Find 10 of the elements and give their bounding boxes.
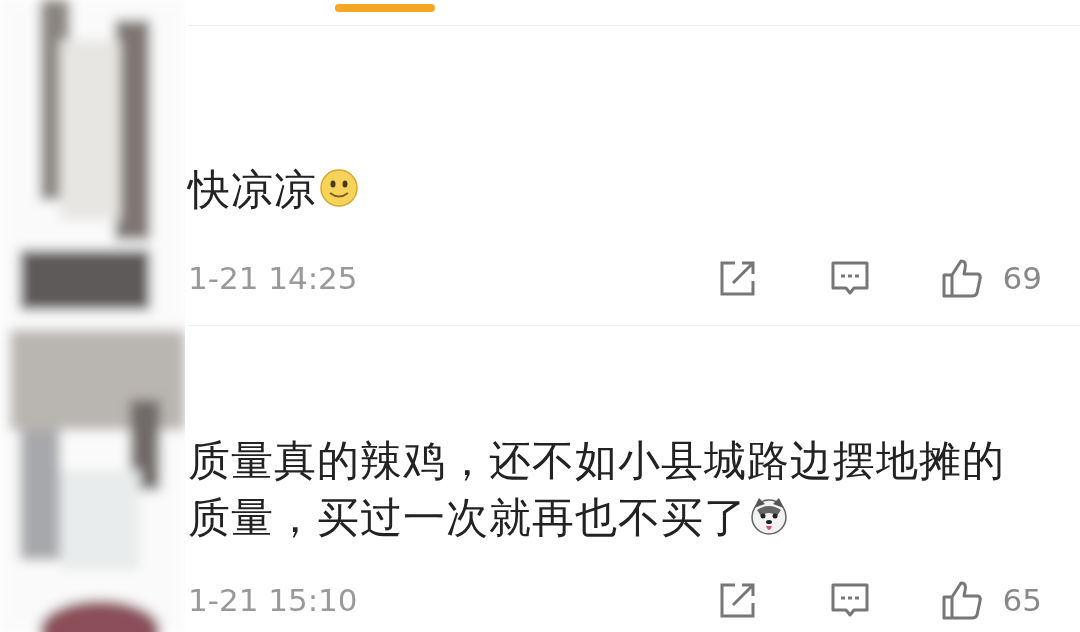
like-count: 65: [1002, 580, 1042, 620]
comment-text: 快凉凉: [188, 161, 1040, 218]
comment-text: 质量真的辣鸡，还不如小县城路边摆地摊的质量，买过一次就再也不买了: [188, 435, 1006, 544]
comment-time: 1-21 15:10: [188, 580, 359, 620]
like-count: 69: [1002, 258, 1042, 298]
smiley-emoji-icon: [319, 168, 359, 208]
comment-time: 1-21 14:25: [188, 258, 359, 298]
dog-emoji-icon: [749, 496, 789, 536]
thumbs-up-icon[interactable]: [940, 579, 983, 621]
thumbs-up-icon[interactable]: [940, 257, 983, 299]
